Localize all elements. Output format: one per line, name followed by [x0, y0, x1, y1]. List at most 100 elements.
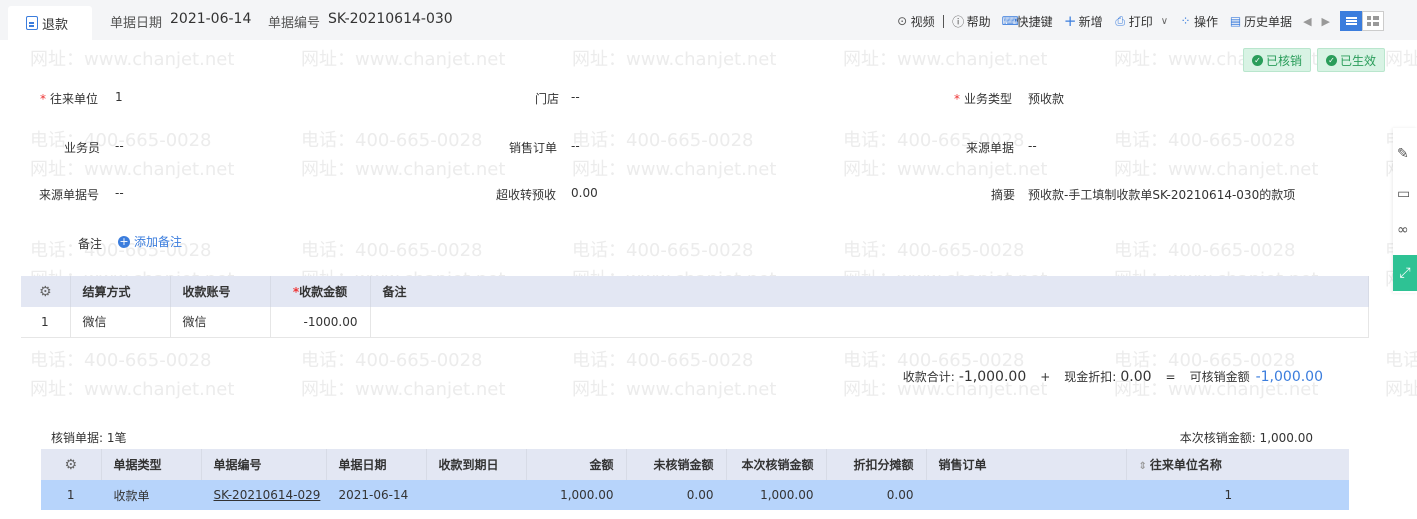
cell-amount[interactable]: -1000.00 — [270, 307, 371, 338]
shortcut-label: 快捷键 — [1016, 14, 1053, 29]
doc-date-value: 2021-06-14 — [170, 11, 252, 27]
amount-summary: 收款合计: -1,000.00 + 现金折扣: 0.00 = 可核销金额 -1,… — [903, 368, 1323, 385]
cell-doc-type[interactable]: 收款单 — [101, 480, 202, 510]
source-doc-label: 来源单据 — [966, 141, 1015, 155]
check-icon: ✓ — [1326, 54, 1337, 66]
col-amount[interactable]: 金额 — [526, 449, 627, 480]
sales-order-value[interactable]: -- — [571, 139, 580, 153]
cell-unverified[interactable]: 0.00 — [626, 480, 727, 510]
cell-this-time[interactable]: 1,000.00 — [726, 480, 827, 510]
source-no-label: 来源单据号 — [39, 188, 100, 202]
next-doc-icon[interactable]: ▶ — [1322, 15, 1330, 28]
history-doc-icon: ▤ — [1229, 14, 1242, 28]
source-no-value[interactable]: -- — [115, 186, 124, 200]
list-view-icon — [1345, 17, 1357, 25]
salesman-value[interactable]: -- — [115, 139, 124, 153]
source-doc-value[interactable]: -- — [1028, 139, 1037, 153]
writeoff-label: 可核销金额 — [1189, 370, 1250, 384]
writeoff-amount: 本次核销金额: 1,000.00 — [1179, 431, 1313, 445]
col-sales-order[interactable]: 销售订单 — [926, 449, 1127, 480]
col-note[interactable]: 备注 — [370, 276, 1369, 307]
keyboard-icon: ⌨ — [1001, 14, 1019, 28]
writeoff-table-header: ⚙ 单据类型 单据编号 单据日期 收款到期日 金额 未核销金额 本次核销金额 折… — [41, 449, 1349, 480]
col-amount[interactable]: *收款金额 — [270, 276, 371, 307]
column-settings[interactable]: ⚙ — [21, 276, 71, 307]
print-button[interactable]: ⎙ 打印 ∨ — [1114, 13, 1168, 30]
add-note-button[interactable]: + 添加备注 — [118, 233, 182, 250]
col-doc-number[interactable]: 单据编号 — [201, 449, 327, 480]
watermark-text: 电话：400-665-0028网址：www.chanjet.net — [1114, 130, 1319, 180]
col-unverified[interactable]: 未核销金额 — [626, 449, 727, 480]
sales-order-label: 销售订单 — [509, 141, 558, 155]
plus-icon: + — [1063, 12, 1077, 30]
store-value[interactable]: -- — [571, 90, 580, 104]
col-doc-type[interactable]: 单据类型 — [101, 449, 202, 480]
partner-value[interactable]: 1 — [115, 90, 123, 104]
operate-label: 操作 — [1194, 14, 1219, 29]
cell-doc-date[interactable]: 2021-06-14 — [326, 480, 427, 510]
printer-icon: ⎙ — [1115, 13, 1125, 28]
cell-account[interactable]: 微信 — [170, 307, 271, 338]
row-index: 1 — [41, 480, 102, 510]
watermark-text: 电话：400-665-0028网址：www.chanjet.net — [1385, 350, 1417, 400]
cell-note[interactable] — [370, 307, 1369, 338]
summary-value[interactable]: 预收款-手工填制收款单SK-20210614-030的款项 — [1028, 186, 1295, 203]
verified-badge: ✓ 已核销 — [1243, 48, 1312, 72]
over-receive-value[interactable]: 0.00 — [571, 186, 598, 200]
gear-icon[interactable]: ⚙ — [64, 457, 77, 473]
store-label: 门店 — [535, 92, 560, 106]
expand-icon: ⤢ — [1399, 265, 1411, 281]
prev-doc-icon[interactable]: ◀ — [1303, 15, 1311, 28]
document-icon — [26, 16, 38, 30]
tab-label: 退款 — [42, 17, 69, 33]
partner-label: * 往来单位 — [40, 92, 99, 106]
col-partner-name[interactable]: ⇕ 往来单位名称 — [1126, 449, 1349, 480]
biz-type-label: * 业务类型 — [954, 92, 1013, 106]
col-due-date[interactable]: 收款到期日 — [426, 449, 527, 480]
cell-doc-number[interactable]: SK-20210614-029 — [201, 480, 327, 510]
edit-doc-icon[interactable]: ✎ — [1397, 146, 1417, 166]
equals-operator: = — [1165, 370, 1176, 384]
biz-type-value[interactable]: 预收款 — [1028, 90, 1064, 107]
tab-refund[interactable]: 退款 — [8, 6, 92, 40]
file-icon[interactable]: ▭ — [1397, 186, 1417, 206]
watermark-text: 电话：400-665-0028网址：www.chanjet.net — [301, 130, 506, 180]
salesman-label: 业务员 — [64, 141, 101, 155]
table-row[interactable]: 1 收款单 SK-20210614-029 2021-06-14 1,000.0… — [41, 480, 1349, 510]
cell-due-date[interactable] — [426, 480, 527, 510]
cell-amount[interactable]: 1,000.00 — [526, 480, 627, 510]
cell-discount[interactable]: 0.00 — [826, 480, 927, 510]
col-this-time[interactable]: 本次核销金额 — [726, 449, 827, 480]
summary-label: 摘要 — [991, 188, 1016, 202]
play-circle-icon: ⊙ — [897, 14, 908, 28]
add-button[interactable]: + 新增 — [1064, 12, 1103, 30]
chevron-down-icon[interactable]: ∨ — [1161, 16, 1168, 27]
video-button[interactable]: ⊙ 视频 — [896, 13, 935, 30]
col-settle-method[interactable]: 结算方式 — [70, 276, 171, 307]
card-view-button[interactable] — [1362, 11, 1384, 31]
expand-button[interactable]: ⤢ — [1393, 255, 1417, 291]
cell-method[interactable]: 微信 — [70, 307, 171, 338]
print-label: 打印 — [1128, 14, 1153, 29]
link-icon[interactable]: ∞ — [1397, 222, 1417, 242]
total-label: 收款合计: — [902, 370, 955, 384]
sort-icon[interactable]: ⇕ — [1139, 461, 1147, 472]
column-settings[interactable]: ⚙ — [41, 449, 102, 480]
doc-number-label: 单据编号 — [268, 16, 321, 31]
table-row[interactable]: 1 微信 微信 -1000.00 — [21, 307, 1369, 338]
list-view-button[interactable] — [1340, 11, 1362, 31]
col-doc-date[interactable]: 单据日期 — [326, 449, 427, 480]
gear-icon[interactable]: ⚙ — [39, 284, 52, 300]
col-account[interactable]: 收款账号 — [170, 276, 271, 307]
payment-table: ⚙ 结算方式 收款账号 *收款金额 备注 1 微信 微信 -1000.00 — [21, 276, 1369, 338]
cell-partner-name[interactable]: 1 — [1126, 480, 1349, 510]
doc-number-link[interactable]: SK-20210614-029 — [214, 488, 321, 502]
watermark-text: 电话：400-665-0028网址：www.chanjet.net — [301, 350, 506, 400]
operate-icon: ⁘ — [1180, 14, 1191, 28]
cell-sales-order[interactable] — [926, 480, 1127, 510]
operate-button[interactable]: ⁘ 操作 — [1179, 13, 1219, 30]
help-button[interactable]: ⓘ 帮助 — [952, 13, 991, 30]
col-discount[interactable]: 折扣分摊额 — [826, 449, 927, 480]
history-button[interactable]: ▤ 历史单据 — [1229, 13, 1292, 30]
shortcut-button[interactable]: ⌨ 快捷键 — [1002, 13, 1053, 30]
